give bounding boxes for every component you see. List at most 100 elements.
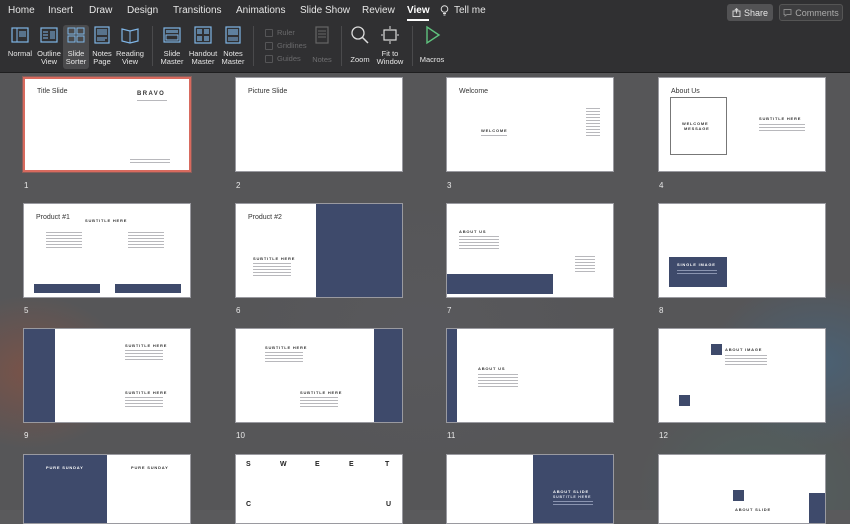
slide-sorter-icon (67, 27, 85, 43)
tab-draw[interactable]: Draw (89, 5, 112, 16)
slide-number: 4 (659, 181, 664, 190)
slide-thumbnail-11[interactable]: ABOUT US (446, 328, 614, 423)
notes-toggle-button[interactable]: Notes (310, 25, 334, 64)
slide-thumbnail-9[interactable]: SUBTITLE HERE SUBTITLE HERE (23, 328, 191, 423)
slide-thumbnail-3[interactable]: Welcome WELCOME (446, 77, 614, 172)
handout-master-label-2: Master (191, 57, 215, 66)
slide-text (128, 232, 164, 250)
slide-heading: ABOUT US (459, 229, 487, 234)
fit-to-window-button[interactable]: Fit to Window (375, 25, 405, 67)
comments-button[interactable]: Comments (779, 4, 843, 21)
slide-sorter-button[interactable]: Slide Sorter (63, 25, 89, 69)
slide-number: 3 (447, 181, 452, 190)
normal-view-icon (11, 27, 29, 43)
slide-thumbnail-1[interactable]: Title Slide BRAVO (23, 77, 191, 172)
tab-home[interactable]: Home (8, 5, 35, 16)
slide-thumbnail-14[interactable]: S W E E T C U (235, 454, 403, 524)
slide-thumbnail-8[interactable]: SINGLE IMAGE (658, 203, 826, 298)
slide-subtitle: SUBTITLE HERE (253, 256, 296, 261)
sorter-label-2: Sorter (65, 57, 87, 66)
slide-text (677, 270, 717, 276)
navy-bar (447, 274, 553, 294)
slide-thumbnail-4[interactable]: About Us WELCOME MESSAGE SUBTITLE HERE (658, 77, 826, 172)
slide-master-icon (163, 27, 181, 43)
slide-text (253, 263, 291, 278)
guides-label: Guides (277, 54, 301, 63)
slide-text (759, 124, 805, 133)
tab-transitions[interactable]: Transitions (173, 5, 222, 16)
slide-letter: W (280, 461, 288, 468)
notes-label: Notes (312, 54, 332, 64)
slide-subtitle: SUBTITLE HERE (759, 116, 802, 121)
play-icon (426, 25, 441, 45)
slide-master-label-2: Master (160, 57, 184, 66)
slide-thumbnail-15[interactable]: ABOUT SLIDE SUBTITLE HERE (446, 454, 614, 524)
slide-number: 5 (24, 306, 29, 315)
handout-master-icon (194, 26, 212, 44)
slide-letter: S (246, 461, 252, 468)
slide-letter: C (246, 501, 253, 508)
tab-insert[interactable]: Insert (48, 5, 73, 16)
slide-thumbnail-5[interactable]: Product #1 SUBTITLE HERE (23, 203, 191, 298)
slide-text (481, 135, 507, 138)
tab-review[interactable]: Review (362, 5, 395, 16)
slide-title: Title Slide (37, 88, 68, 95)
slide-thumbnail-13[interactable]: PURE SUNDAY PURE SUNDAY (23, 454, 191, 524)
slide-subtitle: SUBTITLE HERE (85, 218, 128, 223)
slide-letter: U (386, 501, 393, 508)
comment-icon (783, 9, 792, 17)
handout-master-button[interactable]: Handout Master (187, 25, 219, 67)
navy-square (679, 395, 690, 406)
slide-thumbnail-2[interactable]: Picture Slide (235, 77, 403, 172)
slide-number: 2 (236, 181, 241, 190)
slide-number: 9 (24, 431, 29, 440)
tab-view[interactable]: View (407, 5, 430, 16)
slide-heading: PURE SUNDAY (131, 465, 169, 470)
slide-number: 7 (447, 306, 452, 315)
gridlines-checkbox[interactable]: Gridlines (265, 41, 307, 50)
reading-label-2: View (121, 57, 139, 66)
slide-text (575, 256, 595, 274)
navy-square (733, 490, 744, 501)
slide-heading: WELCOME (481, 128, 508, 133)
macros-button[interactable]: Macros (418, 25, 446, 64)
slide-thumbnail-12[interactable]: ABOUT IMAGE (658, 328, 826, 423)
notes-master-button[interactable]: Notes Master (220, 25, 246, 67)
tab-slide-show[interactable]: Slide Show (300, 5, 350, 16)
ruler-checkbox[interactable]: Ruler (265, 28, 295, 37)
toolbar-separator (341, 26, 342, 66)
zoom-button[interactable]: Zoom (348, 25, 372, 64)
slide-logo: BRAVO (137, 91, 166, 97)
slide-heading: ABOUT US (478, 366, 506, 371)
notes-page-label-2: Page (93, 57, 111, 66)
share-button[interactable]: Share (727, 4, 773, 21)
notes-page-icon (94, 26, 110, 44)
fit-label-2: Window (376, 57, 404, 66)
toolbar-separator (152, 26, 153, 66)
outline-view-button[interactable]: Outline View (35, 25, 63, 67)
share-label: Share (743, 7, 769, 18)
slide-title: Picture Slide (248, 88, 288, 95)
notes-page-button[interactable]: Notes Page (90, 25, 114, 67)
reading-view-button[interactable]: Reading View (115, 25, 145, 67)
slide-subtitle: SUBTITLE HERE (125, 343, 168, 348)
slide-text (725, 355, 767, 367)
slide-thumbnail-6[interactable]: Product #2 SUBTITLE HERE (235, 203, 403, 298)
slide-subtitle: SUBTITLE HERE (300, 390, 343, 395)
normal-view-button[interactable]: Normal (6, 25, 34, 58)
slide-thumbnail-10[interactable]: SUBTITLE HERE SUBTITLE HERE (235, 328, 403, 423)
guides-checkbox[interactable]: Guides (265, 54, 301, 63)
toolbar-separator (253, 26, 254, 66)
outline-label-2: View (40, 57, 58, 66)
slide-number: 11 (447, 431, 456, 440)
tab-design[interactable]: Design (127, 5, 158, 16)
slide-thumbnail-16[interactable]: ABOUT SLIDE (658, 454, 826, 524)
slide-text (478, 374, 518, 389)
checkbox-icon (265, 54, 273, 63)
tell-me-search[interactable]: Tell me (454, 5, 486, 16)
slide-master-button[interactable]: Slide Master (158, 25, 186, 67)
tab-animations[interactable]: Animations (236, 5, 285, 16)
macros-label: Macros (419, 54, 445, 64)
slide-text (46, 232, 82, 250)
slide-thumbnail-7[interactable]: ABOUT US (446, 203, 614, 298)
